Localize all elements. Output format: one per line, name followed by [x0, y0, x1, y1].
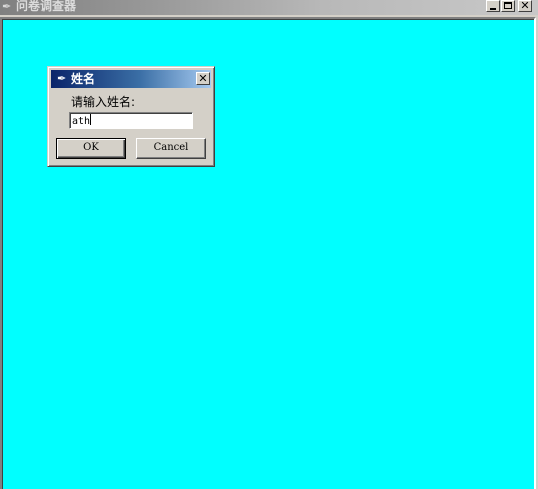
- text-caret: [90, 114, 92, 125]
- minimize-button[interactable]: [486, 0, 500, 12]
- close-button[interactable]: ✕: [518, 0, 532, 12]
- minimize-icon: [490, 8, 496, 10]
- dialog-titlebar[interactable]: ✒ 姓名 ✕: [51, 70, 211, 88]
- feather-icon: ✒: [57, 72, 67, 85]
- maximize-button[interactable]: [501, 0, 515, 12]
- main-window: ✒ 问卷调查器 ✕ ✒ 姓名 ✕ 请输入姓名: ath OK Cancel: [0, 0, 538, 489]
- close-icon: ✕: [520, 0, 530, 12]
- close-icon: ✕: [198, 72, 208, 85]
- feather-icon: ✒: [2, 0, 12, 13]
- maximize-icon: [504, 2, 512, 9]
- dialog-close-button[interactable]: ✕: [196, 72, 210, 85]
- ok-button[interactable]: OK: [56, 138, 126, 159]
- dialog-title: 姓名: [71, 72, 96, 86]
- name-input-value: ath: [72, 116, 91, 127]
- name-dialog: ✒ 姓名 ✕ 请输入姓名: ath OK Cancel: [47, 66, 215, 167]
- name-prompt-label: 请输入姓名:: [71, 95, 136, 109]
- cancel-button[interactable]: Cancel: [136, 138, 206, 159]
- window-title: 问卷调查器: [16, 0, 77, 13]
- main-titlebar[interactable]: ✒ 问卷调查器 ✕: [0, 0, 538, 15]
- name-input[interactable]: ath: [69, 112, 193, 129]
